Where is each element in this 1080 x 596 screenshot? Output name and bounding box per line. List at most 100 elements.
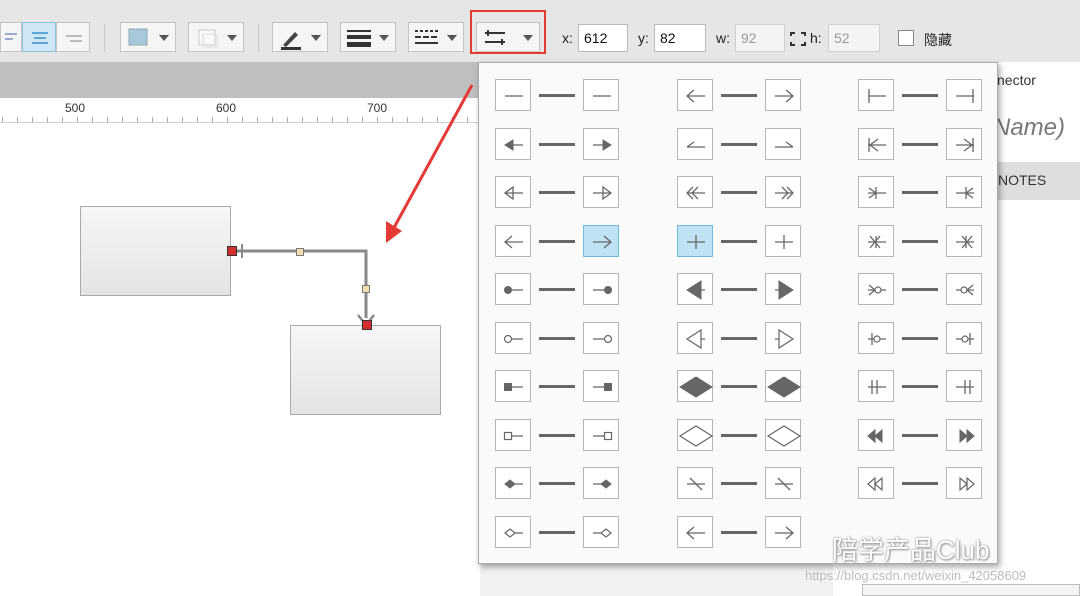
arrow-option-crows-one-end[interactable] [946,176,982,208]
arrow-option-open-arrow-small-end[interactable] [583,224,619,257]
arrow-option-square-start[interactable] [495,370,531,402]
arrow-option-double-bar-end[interactable] [946,370,982,402]
arrow-option-dot-end[interactable] [583,273,619,305]
arrow-option-open-square-start[interactable] [495,418,531,451]
arrow-option-bar-arrow-end[interactable] [946,127,982,160]
open-square-icon [593,431,613,440]
connector-end-handle[interactable] [362,320,372,330]
arrow-option-double-filled-triangle-start[interactable] [858,418,894,451]
arrow-option-bar-start[interactable] [858,79,894,111]
arrow-option-filled-diamond-start[interactable] [677,370,713,402]
arrow-option-open-triangle-end[interactable] [765,321,801,354]
arrow-option-crows-circle-end[interactable] [946,273,982,305]
circle-icon [593,334,613,343]
line-preview-icon [721,530,757,534]
crows-one-icon [868,187,886,199]
shadow-button[interactable] [188,22,244,52]
ruler-tick [272,117,273,122]
ruler-tick [212,117,213,122]
arrow-option-open-diamond-end[interactable] [583,515,619,548]
line-preview-icon [902,336,938,340]
arrow-option-circle-bar-start[interactable] [858,321,894,354]
shape-name-input[interactable]: Name) [993,114,1065,142]
arrow-option-arrow-thin-end[interactable] [765,79,801,111]
arrow-option-open-triangle-start[interactable] [677,321,713,354]
arrow-option-open-diamond-start[interactable] [495,515,531,548]
arrow-option-circle-end[interactable] [583,321,619,354]
design-canvas[interactable] [0,84,480,596]
arrow-option-crows-star-start[interactable] [858,224,894,257]
chevron-down-icon [447,35,457,41]
open-diamond-icon [504,527,523,538]
line-preview-icon [902,191,938,194]
connector-midpoint-handle[interactable] [296,248,304,256]
arrow-option-double-chevron-end[interactable] [765,176,801,208]
line-preview-icon [902,433,938,437]
arrow-option-open-arrow-small-start[interactable] [495,224,531,257]
line-width-button[interactable] [340,22,396,52]
arrow-option-filled-diamond-end[interactable] [765,370,801,402]
arrow-option-filled-triangle-end[interactable] [765,273,801,305]
line-preview-icon [902,288,938,291]
arrow-option-double-open-triangle-start[interactable] [858,467,894,499]
arrow-option-bar-arrow-start[interactable] [858,127,894,160]
line-color-button[interactable] [272,22,328,52]
arrow-option-double-open-triangle-end[interactable] [946,467,982,499]
arrow-option-square-end[interactable] [583,370,619,402]
arrow-option-open-diamond-large-end[interactable] [765,418,802,451]
arrow-option-arrow-thin-2-start[interactable] [677,515,713,548]
align-right-button[interactable] [56,22,90,52]
arrow-option-plus-end[interactable] [765,224,801,257]
notes-tab[interactable]: NOTES [998,172,1046,188]
arrow-option-arrow-thin-2-end[interactable] [765,515,801,548]
arrow-option-half-arrow-start[interactable] [677,127,713,160]
arrow-option-circle-start[interactable] [495,321,531,354]
lock-ratio-icon[interactable] [789,31,807,47]
arrow-option-none-end[interactable] [583,79,619,111]
arrow-option-none-start[interactable] [495,79,531,111]
ruler-tick [2,117,3,122]
arrow-option-open-arrow-end[interactable] [583,176,619,208]
arrow-option-filled-arrow-end[interactable] [583,127,619,160]
fill-color-button[interactable] [120,22,176,52]
line-preview-icon [721,385,757,388]
panel-scrollbar[interactable] [862,584,1080,596]
y-input[interactable]: 82 [654,24,706,52]
h-input[interactable]: 52 [828,24,880,52]
arrow-option-circle-bar-end[interactable] [946,321,982,354]
line-pattern-icon [415,30,438,44]
connector-midpoint-handle[interactable] [362,285,370,293]
arrow-option-plus-start[interactable] [677,224,713,257]
arrow-option-double-chevron-start[interactable] [677,176,713,208]
arrow-option-diamond-start[interactable] [495,467,531,499]
arrow-option-diamond-end[interactable] [583,467,619,499]
arrow-option-open-diamond-large-start[interactable] [677,418,714,451]
arrow-option-bar-end[interactable] [946,79,982,111]
line-pattern-button[interactable] [408,22,464,52]
w-input[interactable]: 92 [735,24,785,52]
align-center-button[interactable] [22,22,56,52]
x-input[interactable]: 612 [578,24,628,52]
line-preview-icon [539,239,575,243]
hidden-label: 隐藏 [924,32,952,48]
arrow-option-crows-one-start[interactable] [858,176,894,208]
arrow-option-half-arrow-end[interactable] [765,127,801,160]
arrow-option-crows-star-end[interactable] [946,224,982,257]
bar-arrow-icon [868,137,886,152]
arrow-option-open-arrow-start[interactable] [495,176,531,208]
arrow-option-arrow-thin-start[interactable] [677,79,713,111]
arrow-option-double-bar-start[interactable] [858,370,894,402]
arrow-option-double-filled-triangle-end[interactable] [946,418,982,451]
arrow-option-slash-end[interactable] [765,467,801,499]
arrow-option-crows-circle-start[interactable] [858,273,894,305]
connector-start-handle[interactable] [227,246,237,256]
arrow-option-slash-start[interactable] [677,467,713,499]
arrow-option-dot-start[interactable] [495,273,531,305]
hidden-checkbox[interactable] [898,30,914,46]
w-label: w: [716,30,730,46]
align-left-button[interactable] [0,22,22,52]
toolbar-separator [104,24,105,52]
arrow-option-filled-arrow-start[interactable] [495,127,531,160]
arrow-option-filled-triangle-start[interactable] [677,273,713,305]
arrow-option-open-square-end[interactable] [583,418,619,451]
